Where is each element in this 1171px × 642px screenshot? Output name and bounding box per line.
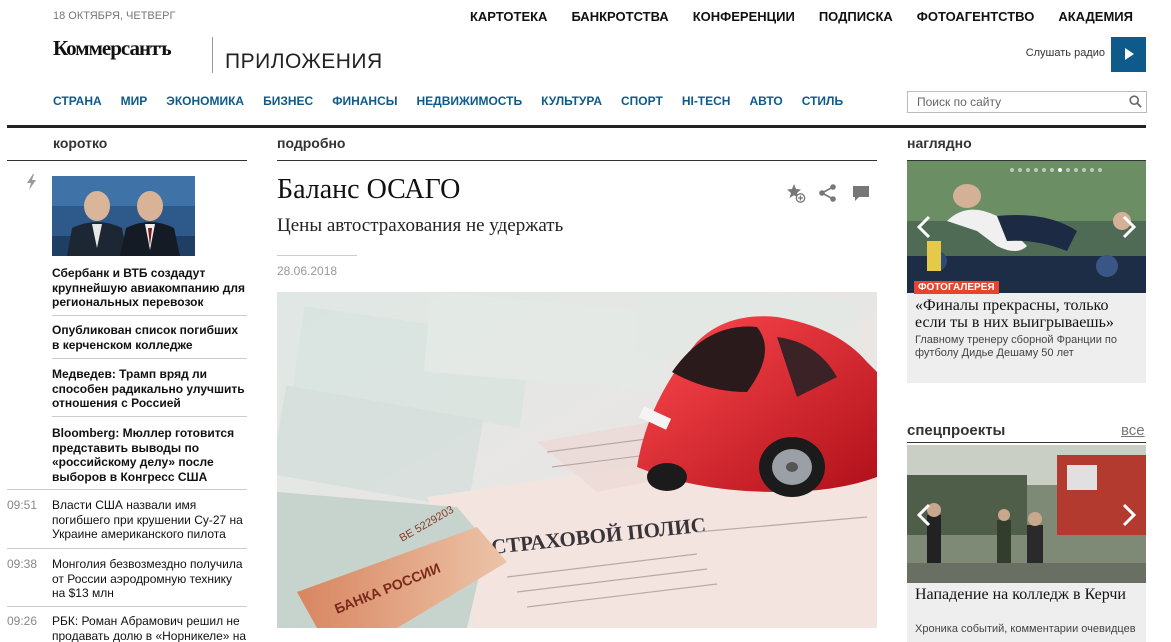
special-project-title[interactable]: Нападение на колледж в Керчи xyxy=(915,586,1143,603)
main-nav-mir[interactable]: МИР xyxy=(121,94,148,108)
news-item[interactable]: Медведев: Трамп вряд ли способен радикал… xyxy=(52,367,247,411)
article-subtitle: Цены автострахования не удержать xyxy=(277,215,564,236)
date-divider xyxy=(277,255,357,256)
gallery-dot[interactable] xyxy=(1082,168,1086,172)
main-nav-stil[interactable]: СТИЛЬ xyxy=(802,94,843,108)
gallery-photo xyxy=(907,161,1146,293)
article-date: 28.06.2018 xyxy=(277,264,338,278)
gallery-dot[interactable] xyxy=(1098,168,1102,172)
logo-divider xyxy=(212,37,213,73)
news-divider xyxy=(52,315,247,316)
add-favorite-icon[interactable] xyxy=(786,183,806,203)
top-nav-kartoteka[interactable]: КАРТОТЕКА xyxy=(470,9,548,24)
gallery-dot[interactable] xyxy=(1074,168,1078,172)
special-project-description: Хроника событий, комментарии очевидцев xyxy=(915,623,1136,635)
section-underline xyxy=(907,442,1146,443)
news-time: 09:38 xyxy=(7,557,38,571)
news-divider xyxy=(7,489,247,490)
gallery-dot[interactable] xyxy=(1050,168,1054,172)
gallery-dot[interactable] xyxy=(1010,168,1014,172)
gallery-dot[interactable] xyxy=(1090,168,1094,172)
main-nav-sport[interactable]: СПОРТ xyxy=(621,94,663,108)
news-item[interactable]: Власти США назвали имя погибшего при кру… xyxy=(52,498,247,542)
main-nav-ekonomika[interactable]: ЭКОНОМИКА xyxy=(166,94,244,108)
gallery-dot[interactable] xyxy=(1018,168,1022,172)
top-nav-podpiska[interactable]: ПОДПИСКА xyxy=(819,9,893,24)
news-item[interactable]: РБК: Роман Абрамович решил не продавать … xyxy=(52,614,247,642)
section-heading-korotko: коротко xyxy=(53,135,108,151)
top-nav-konferencii[interactable]: КОНФЕРЕНЦИИ xyxy=(693,9,795,24)
news-item[interactable]: Опубликован список погибших в керченском… xyxy=(52,323,247,352)
news-item[interactable]: Bloomberg: Мюллер готовится представить … xyxy=(52,426,247,484)
news-divider xyxy=(52,358,247,359)
gallery-title[interactable]: «Финалы прекрасны, только если ты в них … xyxy=(915,297,1143,331)
lightning-icon xyxy=(27,174,36,190)
top-nav-akademiya[interactable]: АКАДЕМИЯ xyxy=(1058,9,1133,24)
news-divider xyxy=(7,548,247,549)
play-radio-button[interactable] xyxy=(1111,37,1146,72)
comments-icon[interactable] xyxy=(851,183,871,203)
search-input[interactable] xyxy=(908,92,1118,112)
main-nav-nedvizhimost[interactable]: НЕДВИЖИМОСТЬ xyxy=(416,94,522,108)
main-nav-biznes[interactable]: БИЗНЕС xyxy=(263,94,313,108)
main-nav-hitech[interactable]: HI-TECH xyxy=(682,94,731,108)
gallery-dot[interactable] xyxy=(1026,168,1030,172)
listen-radio-label[interactable]: Слушать радио xyxy=(1026,47,1105,59)
main-nav: СТРАНА МИР ЭКОНОМИКА БИЗНЕС ФИНАНСЫ НЕДВ… xyxy=(53,94,843,108)
top-nav-bankrotstva[interactable]: БАНКРОТСТВА xyxy=(571,9,668,24)
gallery-dot[interactable] xyxy=(1034,168,1038,172)
main-nav-kultura[interactable]: КУЛЬТУРА xyxy=(541,94,602,108)
site-logo[interactable]: Коммерсантъ xyxy=(53,36,172,61)
top-nav: КАРТОТЕКА БАНКРОТСТВА КОНФЕРЕНЦИИ ПОДПИС… xyxy=(470,9,1133,24)
header-rule xyxy=(7,125,1146,128)
news-time: 09:51 xyxy=(7,498,38,512)
share-icon[interactable] xyxy=(818,183,838,203)
spec-next-arrow-icon[interactable] xyxy=(1122,503,1136,527)
section-heading-naglyadno: наглядно xyxy=(907,135,972,151)
news-item[interactable]: Сбербанк и ВТБ создадут крупнейшую авиак… xyxy=(52,266,247,310)
gallery-dot[interactable] xyxy=(1066,168,1070,172)
gallery-description: Главному тренеру сборной Франции по футб… xyxy=(915,334,1117,359)
gallery-next-arrow-icon[interactable] xyxy=(1122,215,1136,239)
article-image: СТРАХОВОЙ ПОЛИС БАНКА РОССИИ ВЕ 5229203 xyxy=(277,292,877,628)
gallery-prev-arrow-icon[interactable] xyxy=(917,215,931,239)
news-item[interactable]: Монголия безвозмездно получила от России… xyxy=(52,557,247,601)
gallery-dot-active[interactable] xyxy=(1058,168,1062,172)
all-projects-link[interactable]: все xyxy=(1121,422,1145,439)
section-heading-specproekty: спецпроекты xyxy=(907,422,1006,439)
main-nav-avto[interactable]: АВТО xyxy=(749,94,782,108)
section-title: ПРИЛОЖЕНИЯ xyxy=(225,50,383,73)
photo-gallery-card[interactable]: ФОТОГАЛЕРЕЯ «Финалы прекрасны, только ес… xyxy=(907,161,1146,383)
gallery-pagination xyxy=(1010,168,1102,172)
special-project-photo xyxy=(907,445,1146,583)
article-title: Баланс ОСАГО xyxy=(277,174,461,205)
section-underline xyxy=(277,160,877,161)
news-photo[interactable] xyxy=(52,176,195,256)
section-heading-podrobno: подробно xyxy=(277,135,346,151)
search-icon[interactable] xyxy=(1129,95,1142,108)
news-time: 09:26 xyxy=(7,614,38,628)
site-search xyxy=(907,91,1147,113)
special-project-card[interactable]: Нападение на колледж в Керчи Хроника соб… xyxy=(907,445,1146,642)
news-divider xyxy=(52,416,247,417)
main-nav-strana[interactable]: СТРАНА xyxy=(53,94,102,108)
top-nav-fotoagentstvo[interactable]: ФОТОАГЕНТСТВО xyxy=(917,9,1035,24)
gallery-badge: ФОТОГАЛЕРЕЯ xyxy=(914,281,999,294)
section-underline xyxy=(7,160,247,161)
current-date: 18 октября, четверг xyxy=(53,10,176,22)
news-divider xyxy=(7,606,247,607)
main-nav-finansy[interactable]: ФИНАНСЫ xyxy=(332,94,397,108)
gallery-dot[interactable] xyxy=(1042,168,1046,172)
spec-prev-arrow-icon[interactable] xyxy=(917,503,931,527)
